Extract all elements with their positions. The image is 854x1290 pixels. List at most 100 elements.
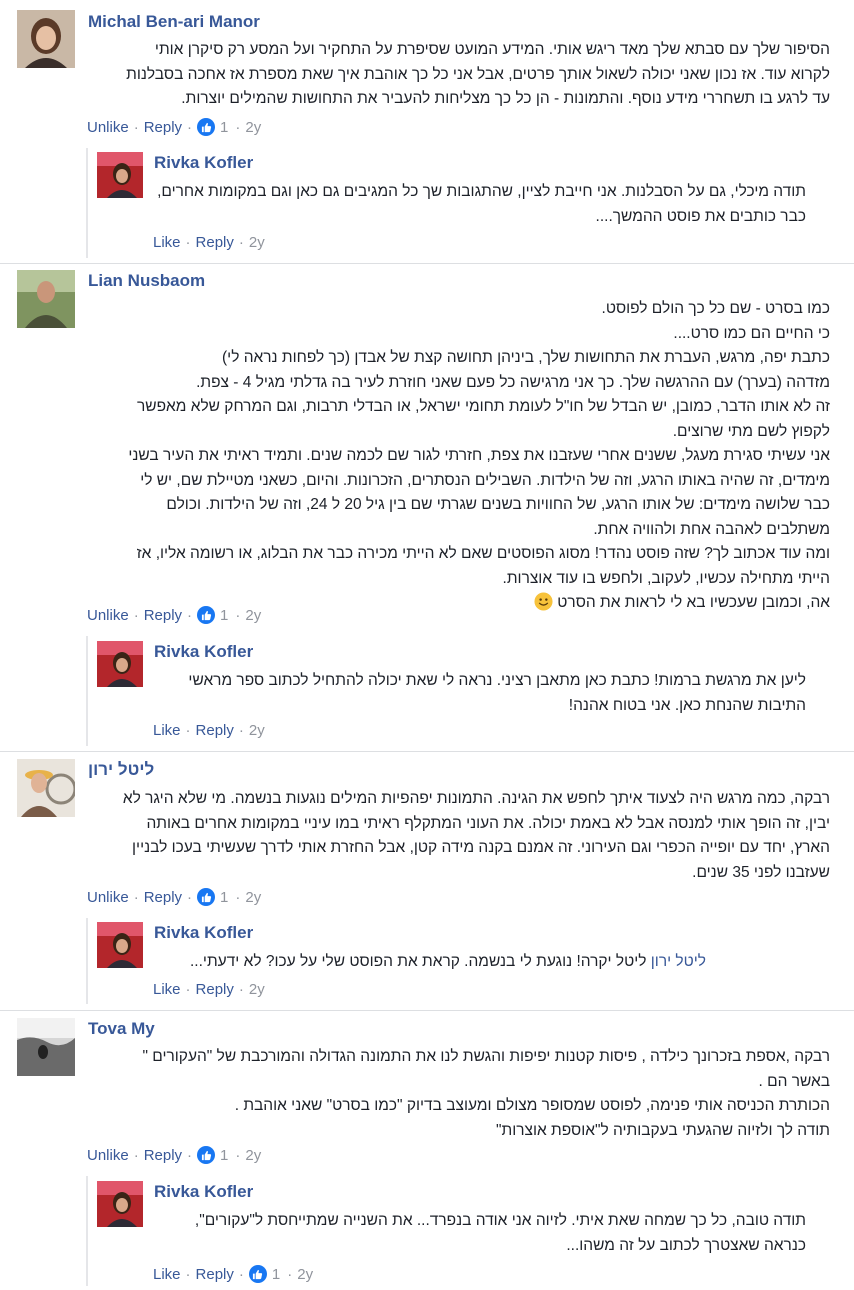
comment-actions: Unlike · Reply · 1 · 2y bbox=[87, 1146, 261, 1164]
comment-author[interactable]: Lian Nusbaom bbox=[88, 271, 205, 291]
timestamp[interactable]: 2y bbox=[245, 119, 261, 136]
unlike-button[interactable]: Unlike bbox=[87, 1147, 129, 1164]
like-button[interactable]: Like bbox=[153, 981, 181, 998]
avatar[interactable] bbox=[97, 641, 143, 687]
comment-line: יבין, זה הופך אותי למנסה אבל לא באמת יכו… bbox=[146, 814, 830, 832]
avatar[interactable] bbox=[97, 1181, 143, 1227]
reaction-count[interactable]: 1 bbox=[272, 1266, 280, 1283]
timestamp[interactable]: 2y bbox=[297, 1266, 313, 1283]
smiley-emoji bbox=[534, 592, 553, 611]
reply-button[interactable]: Reply bbox=[196, 981, 234, 998]
separator-dot: · bbox=[133, 606, 139, 624]
separator-dot: · bbox=[133, 888, 139, 906]
separator-dot: · bbox=[238, 981, 244, 998]
separator-dot: · bbox=[133, 118, 139, 136]
reaction-count[interactable]: 1 bbox=[220, 889, 228, 906]
timestamp[interactable]: 2y bbox=[249, 981, 265, 998]
comment-author[interactable]: ליטל ירון bbox=[88, 760, 154, 780]
reaction-count[interactable]: 1 bbox=[220, 1147, 228, 1164]
reply-button[interactable]: Reply bbox=[144, 889, 182, 906]
reply-body: ליען את מרגשת ברמות! כתבת כאן מתאבן רצינ… bbox=[146, 669, 806, 718]
separator-dot: · bbox=[235, 1146, 241, 1164]
separator-dot: · bbox=[187, 118, 193, 136]
avatar[interactable] bbox=[97, 152, 143, 198]
like-button[interactable]: Like bbox=[153, 234, 181, 251]
separator-dot: · bbox=[287, 1265, 293, 1283]
reply-author[interactable]: Rivka Kofler bbox=[154, 153, 253, 173]
thumbs-up-icon[interactable] bbox=[197, 1146, 216, 1164]
unlike-button[interactable]: Unlike bbox=[87, 119, 129, 136]
comment-line-text: אה, וכמובן שעכשיו בא לי לראות את הסרט bbox=[557, 594, 830, 611]
comment-body: הסיפור שלך עם סבתא שלך מאד ריגש אותי. המ… bbox=[90, 38, 830, 112]
comment-line: כתבת יפה, מרגש, העברת את התחושות שלך, בי… bbox=[222, 349, 830, 366]
reply-button[interactable]: Reply bbox=[196, 1266, 234, 1283]
reaction-count[interactable]: 1 bbox=[220, 607, 228, 624]
avatar[interactable] bbox=[17, 270, 75, 328]
comment-line: הכותרת הכניסה אותי פנימה, לפוסט שמסופר מ… bbox=[234, 1097, 830, 1114]
comment-line: כמו בסרט - שם כל כך הולם לפוסט. bbox=[601, 300, 830, 317]
reply-actions: Like · Reply · 2y bbox=[153, 981, 265, 998]
comment-line: עד לרגע בו תשחררי מידע נוסף. והתמונות - … bbox=[181, 90, 830, 107]
comment-author[interactable]: Tova My bbox=[88, 1019, 155, 1039]
timestamp[interactable]: 2y bbox=[249, 234, 265, 251]
separator-dot: · bbox=[238, 1265, 244, 1283]
reply-author[interactable]: Rivka Kofler bbox=[154, 923, 253, 943]
separator-dot: · bbox=[238, 234, 244, 251]
reply-author[interactable]: Rivka Kofler bbox=[154, 1182, 253, 1202]
reply-author[interactable]: Rivka Kofler bbox=[154, 642, 253, 662]
separator-dot: · bbox=[187, 1146, 193, 1164]
comment-line: רבקה, כמה מרגש היה לצעוד איתך לחפש את הג… bbox=[122, 790, 830, 807]
comment-line: רבקה ,אספת בזכרונך כילדה , פיסות קטנות י… bbox=[142, 1048, 830, 1065]
reply-rail bbox=[86, 148, 88, 258]
separator-dot: · bbox=[185, 1265, 191, 1283]
thumbs-up-icon[interactable] bbox=[197, 606, 216, 624]
unlike-button[interactable]: Unlike bbox=[87, 607, 129, 624]
separator-dot: · bbox=[235, 888, 241, 906]
avatar[interactable] bbox=[17, 10, 75, 68]
avatar[interactable] bbox=[17, 759, 75, 817]
comment-line: כבר שלושה מימדים: של אותו הרגע, של החווי… bbox=[166, 496, 830, 513]
reply-rail bbox=[86, 1176, 88, 1286]
reply-line: התיבות שהנחת כאן. אני בטוח אהנה! bbox=[568, 696, 806, 714]
timestamp[interactable]: 2y bbox=[249, 722, 265, 739]
reaction-count[interactable]: 1 bbox=[220, 119, 228, 136]
comment-line: ומה עוד אכתוב לך? שזה פוסט נהדר! מסוג הפ… bbox=[136, 545, 830, 562]
reply-button[interactable]: Reply bbox=[196, 234, 234, 251]
comment-line: הייתי מתחילה עכשיו, לעקוב, ולחפש בו עוד … bbox=[502, 569, 830, 587]
divider bbox=[0, 263, 854, 264]
like-button[interactable]: Like bbox=[153, 1266, 181, 1283]
comment-line: מימדים, זה שהיה באותו הרגע, וזה של הילדו… bbox=[140, 471, 830, 489]
comment-line: מזדהה (בערך) עם ההרגשה שלך. כך אני מרגיש… bbox=[196, 373, 830, 391]
comment-line: שעזבנו לפני 35 שנים. bbox=[692, 863, 830, 881]
timestamp[interactable]: 2y bbox=[245, 1147, 261, 1164]
comment-body: רבקה, כמה מרגש היה לצעוד איתך לחפש את הג… bbox=[70, 787, 830, 885]
separator-dot: · bbox=[238, 722, 244, 739]
comment-line: לקפוץ לשם מתי שרוצים. bbox=[672, 422, 830, 440]
comment-line: באשר הם . bbox=[758, 1072, 830, 1090]
avatar[interactable] bbox=[97, 922, 143, 968]
reply-line: תודה מיכלי, גם על הסבלנות. אני חייבת לצי… bbox=[157, 183, 806, 200]
thumbs-up-icon[interactable] bbox=[248, 1265, 267, 1283]
reply-actions: Like · Reply · 2y bbox=[153, 234, 265, 251]
comment-author[interactable]: Michal Ben-ari Manor bbox=[88, 12, 260, 32]
avatar[interactable] bbox=[17, 1018, 75, 1076]
thumbs-up-icon[interactable] bbox=[197, 888, 216, 906]
comment-line: משתלבים לאהבה אחת ולהוויה אחת. bbox=[593, 520, 830, 538]
unlike-button[interactable]: Unlike bbox=[87, 889, 129, 906]
separator-dot: · bbox=[185, 981, 191, 998]
timestamp[interactable]: 2y bbox=[245, 889, 261, 906]
timestamp[interactable]: 2y bbox=[245, 607, 261, 624]
comment-body: רבקה ,אספת בזכרונך כילדה , פיסות קטנות י… bbox=[70, 1045, 830, 1143]
mention-tag[interactable]: ליטל ירון bbox=[651, 953, 706, 970]
separator-dot: · bbox=[185, 722, 191, 739]
separator-dot: · bbox=[235, 118, 241, 136]
reply-button[interactable]: Reply bbox=[144, 607, 182, 624]
separator-dot: · bbox=[187, 606, 193, 624]
reply-button[interactable]: Reply bbox=[144, 1147, 182, 1164]
like-button[interactable]: Like bbox=[153, 722, 181, 739]
comment-line: כי החיים הם כמו סרט.... bbox=[673, 324, 830, 342]
comment-line: לקרוא עוד. אז נכון שאני יכולה לשאול אותך… bbox=[126, 65, 830, 83]
thumbs-up-icon[interactable] bbox=[197, 118, 216, 136]
reply-button[interactable]: Reply bbox=[196, 722, 234, 739]
reply-button[interactable]: Reply bbox=[144, 119, 182, 136]
